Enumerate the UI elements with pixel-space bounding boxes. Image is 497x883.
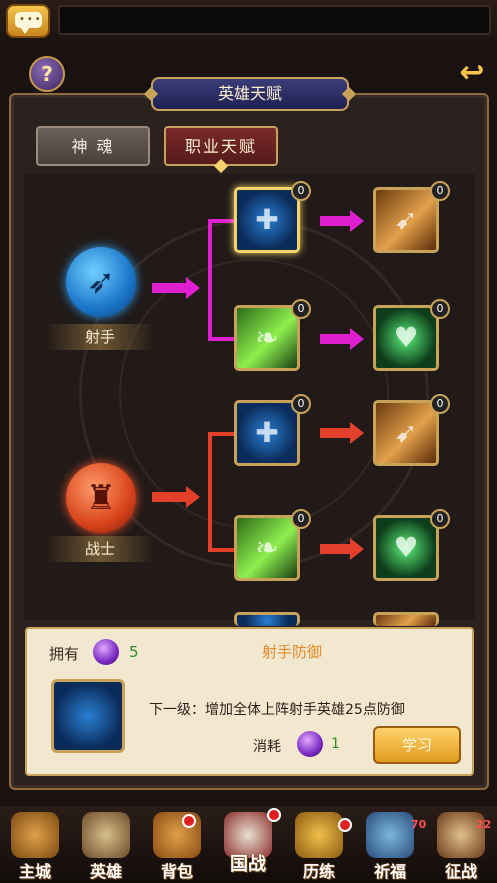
skill-archer-heart[interactable]: ♥ — [373, 305, 439, 371]
nav-item-bag[interactable]: 背包 — [142, 806, 212, 883]
talent-gem-icon — [297, 731, 323, 757]
skill-level-badge: 0 — [430, 394, 450, 414]
nav-item-training[interactable]: 历练 — [284, 806, 354, 883]
skill-archer-arrow[interactable]: ➹ — [373, 187, 439, 253]
skill-archer-wing[interactable]: ❧ — [234, 305, 300, 371]
bottom-nav: 主城 英雄 背包 国战 历练 70 祈福 22 征战 — [0, 806, 497, 883]
heart-skill-icon: ♥ — [393, 531, 419, 564]
heart-skill-icon: ♥ — [393, 321, 419, 354]
nav-item-war[interactable]: 国战 — [213, 806, 283, 883]
skill-level-badge: 0 — [291, 394, 311, 414]
tab-class-talent[interactable]: 职业天赋 — [164, 126, 278, 166]
wing-skill-icon: ❧ — [255, 531, 279, 564]
talent-gem-icon — [93, 639, 119, 665]
badge-count: 22 — [476, 818, 492, 831]
skill-level-badge: 0 — [430, 299, 450, 319]
archer-branch-line — [208, 219, 212, 341]
blessing-icon — [366, 812, 414, 858]
warrior-connector — [152, 492, 188, 502]
notification-dot — [338, 818, 352, 832]
arrow-skill-icon: ➹ — [394, 416, 418, 449]
wing-skill-icon: ❧ — [255, 321, 279, 354]
skill-description: 下一级：增加全体上阵射手英雄25点防御 — [149, 702, 405, 718]
warrior-arrow — [186, 486, 200, 508]
archer-arrow — [186, 277, 200, 299]
archer-upgrade-arrow — [350, 328, 364, 350]
skill-level-badge: 0 — [291, 299, 311, 319]
arrow-skill-icon: ➹ — [394, 203, 418, 236]
cost-label: 消耗 — [253, 739, 281, 755]
own-label: 拥有 — [49, 645, 80, 663]
skill-info-panel: 拥有 5 射手防御 下一级：增加全体上阵射手英雄25点防御 消耗 1 学习 — [25, 627, 474, 776]
shield-skill-icon: ✚ — [255, 203, 279, 236]
skill-name: 射手防御 — [261, 643, 322, 661]
skill-level-badge: 0 — [430, 181, 450, 201]
own-count: 5 — [129, 643, 139, 661]
chat-input[interactable] — [58, 5, 491, 35]
tab-soul[interactable]: 神 魂 — [36, 126, 150, 166]
warrior-branch-line — [208, 432, 212, 552]
notification-dot — [267, 808, 281, 822]
shield-skill-icon: ✚ — [255, 416, 279, 449]
badge-count: 70 — [411, 818, 427, 831]
skill-warrior-wing[interactable]: ❧ — [234, 515, 300, 581]
training-icon — [295, 812, 343, 858]
skill-level-badge: 0 — [291, 181, 311, 201]
skill-warrior-shield[interactable]: ✚ — [234, 400, 300, 466]
skill-warrior-arrow[interactable]: ➹ — [373, 400, 439, 466]
skill-archer-shield[interactable]: ✚ — [234, 187, 300, 253]
class-label-warrior: 战士 — [45, 536, 155, 562]
chat-button[interactable]: ••• — [6, 4, 50, 38]
back-arrow-icon[interactable]: ↩ — [454, 58, 490, 88]
help-button[interactable]: ? — [29, 56, 65, 92]
top-bar: ••• — [0, 0, 497, 42]
class-label-archer: 射手 — [45, 324, 155, 350]
skill-warrior-heart[interactable]: ♥ — [373, 515, 439, 581]
nav-item-blessing[interactable]: 70 祈福 — [355, 806, 427, 883]
nav-item-hero[interactable]: 英雄 — [71, 806, 141, 883]
bow-icon[interactable]: ➶ — [66, 247, 136, 317]
skill-partial — [234, 612, 300, 626]
archer-upgrade-arrow — [350, 210, 364, 232]
nav-item-campaign[interactable]: 22 征战 — [426, 806, 496, 883]
archer-connector — [152, 283, 188, 293]
skill-level-badge: 0 — [291, 509, 311, 529]
learn-button[interactable]: 学习 — [373, 726, 461, 764]
city-icon — [11, 812, 59, 858]
notification-dot — [182, 814, 196, 828]
shield-skill-icon — [51, 679, 125, 753]
skill-level-badge: 0 — [430, 509, 450, 529]
warrior-upgrade-arrow — [350, 422, 364, 444]
cost-count: 1 — [331, 736, 340, 752]
page-title: 英雄天赋 — [151, 77, 349, 111]
nav-item-city[interactable]: 主城 — [0, 806, 70, 883]
helmet-icon[interactable]: ♜ — [66, 463, 136, 533]
skill-partial — [373, 612, 439, 626]
rune-circle-inner-decoration — [119, 259, 389, 529]
hero-icon — [82, 812, 130, 858]
warrior-upgrade-arrow — [350, 538, 364, 560]
